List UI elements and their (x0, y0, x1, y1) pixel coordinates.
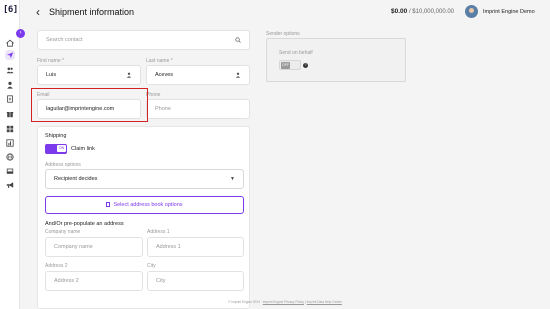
search-contact-input[interactable]: Search contact (37, 30, 250, 50)
back-arrow-icon[interactable]: ‹ (36, 6, 46, 18)
globe-icon[interactable] (5, 152, 15, 162)
avatar[interactable] (465, 5, 478, 18)
claim-link-toggle[interactable]: ON (45, 144, 67, 154)
email-highlight-box (31, 88, 148, 122)
user-name[interactable]: Imprint Engine Demo (483, 9, 535, 15)
people-icon[interactable] (5, 65, 15, 75)
top-bar: ‹ Shipment information $0.00 / $10,000,0… (21, 0, 550, 26)
sender-options-title: Sender options (266, 31, 300, 37)
city-field[interactable]: City (147, 271, 244, 291)
claim-link-toggle-state: ON (57, 145, 66, 152)
company-name-label: Company name (45, 229, 81, 235)
send-on-behalf-toggle-state: OFF (281, 62, 290, 69)
phone-field[interactable]: Phone (146, 99, 250, 119)
address2-placeholder: Address 2 (54, 278, 79, 284)
address-options-label: Address options (45, 162, 81, 168)
send-on-behalf-label: Send on behalf (279, 50, 313, 56)
first-name-value: Luis (46, 72, 57, 78)
person-icon (126, 72, 132, 78)
page-title: Shipment information (49, 7, 135, 17)
home-icon[interactable] (5, 38, 15, 48)
first-name-field[interactable]: Luis (37, 65, 141, 85)
last-name-value: Aceves (155, 72, 174, 78)
grid-icon[interactable] (5, 124, 15, 134)
phone-label: Phone (146, 92, 161, 98)
sidebar-collapse-button[interactable]: › (16, 29, 25, 38)
company-name-field[interactable]: Company name (45, 237, 143, 257)
copy-icon (106, 202, 111, 207)
phone-placeholder: Phone (155, 106, 171, 112)
select-address-book-label: Select address book options (113, 202, 183, 208)
last-name-label: Last name * (146, 58, 173, 64)
brand-logo[interactable]: [6] (3, 5, 18, 15)
shipping-card: Shipping ON Claim link Address options R… (37, 126, 250, 309)
address-options-select[interactable]: Recipient decides ▼ (45, 169, 244, 189)
company-name-placeholder: Company name (54, 244, 93, 250)
first-name-label: First name * (37, 58, 64, 64)
footer: © Imprint Engine 2024 · Imprint Engine P… (0, 300, 550, 304)
prepopulate-title: And/Or pre-populate an address (45, 221, 124, 227)
search-contact-placeholder: Search contact (46, 37, 83, 43)
megaphone-icon[interactable] (5, 180, 15, 190)
gift-icon[interactable] (5, 109, 15, 119)
address2-label: Address 2 (45, 263, 68, 269)
address1-field[interactable]: Address 1 (147, 237, 244, 257)
chevron-down-icon: ▼ (230, 176, 235, 182)
document-icon[interactable] (5, 94, 15, 104)
search-icon (235, 37, 241, 43)
footer-copyright: © Imprint Engine 2024 · (228, 300, 263, 304)
sender-options-panel: Send on behalf OFF ? (266, 38, 406, 82)
person-icon (235, 72, 241, 78)
address1-placeholder: Address 1 (156, 244, 181, 250)
sidebar: [6] (0, 0, 20, 309)
privacy-policy-link[interactable]: Imprint Engine Privacy Policy (263, 300, 304, 304)
city-placeholder: City (156, 278, 166, 284)
send-icon[interactable] (5, 50, 15, 60)
address-options-value: Recipient decides (54, 176, 98, 182)
chart-icon[interactable] (5, 138, 15, 148)
user-icon[interactable] (5, 80, 15, 90)
balance-amount: $0.00 (391, 8, 408, 15)
help-icon[interactable]: ? (303, 62, 308, 68)
address1-label: Address 1 (147, 229, 170, 235)
account-balance: $0.00 / $10,000,000.00 (391, 8, 454, 15)
address2-field[interactable]: Address 2 (45, 271, 143, 291)
data-center-link[interactable]: Imprint Data Help Center (307, 300, 342, 304)
city-label: City (147, 263, 156, 269)
claim-link-label: Claim link (71, 146, 95, 152)
send-on-behalf-toggle[interactable]: OFF (279, 60, 301, 70)
shipping-title: Shipping (45, 133, 67, 139)
inbox-icon[interactable] (5, 166, 15, 176)
last-name-field[interactable]: Aceves (146, 65, 250, 85)
select-address-book-button[interactable]: Select address book options (45, 196, 244, 214)
balance-limit: / $10,000,000.00 (408, 9, 454, 15)
